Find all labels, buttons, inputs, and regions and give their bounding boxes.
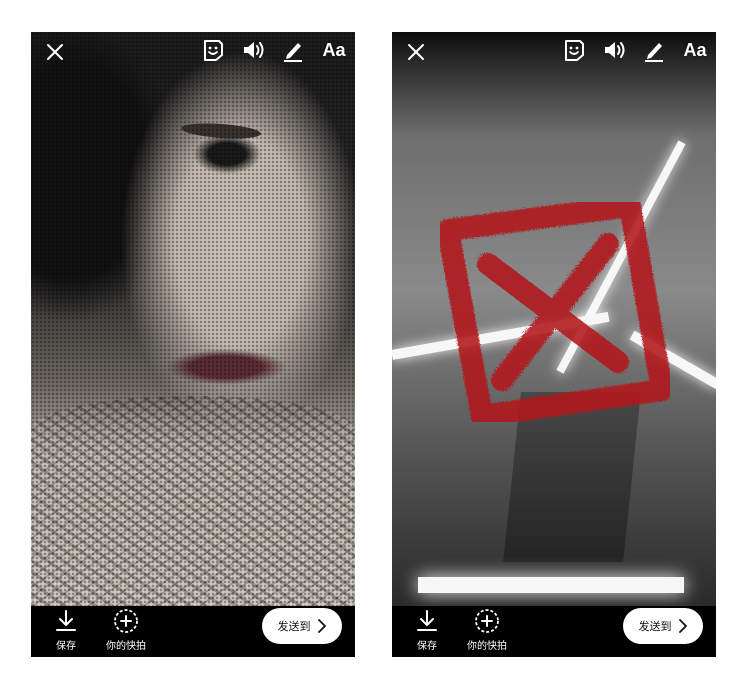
save-label: 保存 xyxy=(417,641,437,652)
save-label: 保存 xyxy=(56,641,76,652)
chevron-right-icon xyxy=(317,619,326,633)
pen-icon[interactable] xyxy=(279,36,307,64)
story-toolbar: Aa xyxy=(392,32,716,66)
story-bottom-bar: 保存 你的快拍 发送到 xyxy=(392,606,716,657)
story-editor-right: Aa 保存 你的快拍 发送到 xyxy=(392,32,716,657)
sticker-icon[interactable] xyxy=(560,36,588,64)
save-button[interactable]: 保存 xyxy=(409,608,445,652)
save-button[interactable]: 保存 xyxy=(48,608,84,652)
send-to-button[interactable]: 发送到 xyxy=(623,608,703,644)
add-story-icon xyxy=(114,609,138,633)
text-tool-button[interactable]: Aa xyxy=(678,36,712,64)
light-beam xyxy=(418,577,684,593)
add-story-icon xyxy=(475,609,499,633)
x-box-icon[interactable] xyxy=(440,202,670,422)
send-to-label: 发送到 xyxy=(277,620,311,633)
download-icon xyxy=(56,610,76,631)
pen-icon[interactable] xyxy=(640,36,668,64)
sticker-icon[interactable] xyxy=(199,36,227,64)
story-photo-selfie xyxy=(31,32,355,606)
story-photo-corridor xyxy=(392,32,716,606)
text-tool-button[interactable]: Aa xyxy=(317,36,351,64)
download-icon xyxy=(417,610,437,631)
story-editor-left: Aa 保存 你的快拍 发送到 xyxy=(31,32,355,657)
your-story-label: 你的快拍 xyxy=(467,641,507,652)
send-to-label: 发送到 xyxy=(638,620,672,633)
send-to-button[interactable]: 发送到 xyxy=(262,608,342,644)
your-story-button[interactable]: 你的快拍 xyxy=(98,608,154,652)
sound-icon[interactable] xyxy=(239,36,267,64)
your-story-button[interactable]: 你的快拍 xyxy=(459,608,515,652)
close-icon[interactable] xyxy=(402,38,430,66)
your-story-label: 你的快拍 xyxy=(106,641,146,652)
close-icon[interactable] xyxy=(41,38,69,66)
sound-icon[interactable] xyxy=(600,36,628,64)
story-toolbar: Aa xyxy=(31,32,355,66)
chevron-right-icon xyxy=(678,619,687,633)
halftone-overlay xyxy=(31,32,355,606)
story-bottom-bar: 保存 你的快拍 发送到 xyxy=(31,606,355,657)
